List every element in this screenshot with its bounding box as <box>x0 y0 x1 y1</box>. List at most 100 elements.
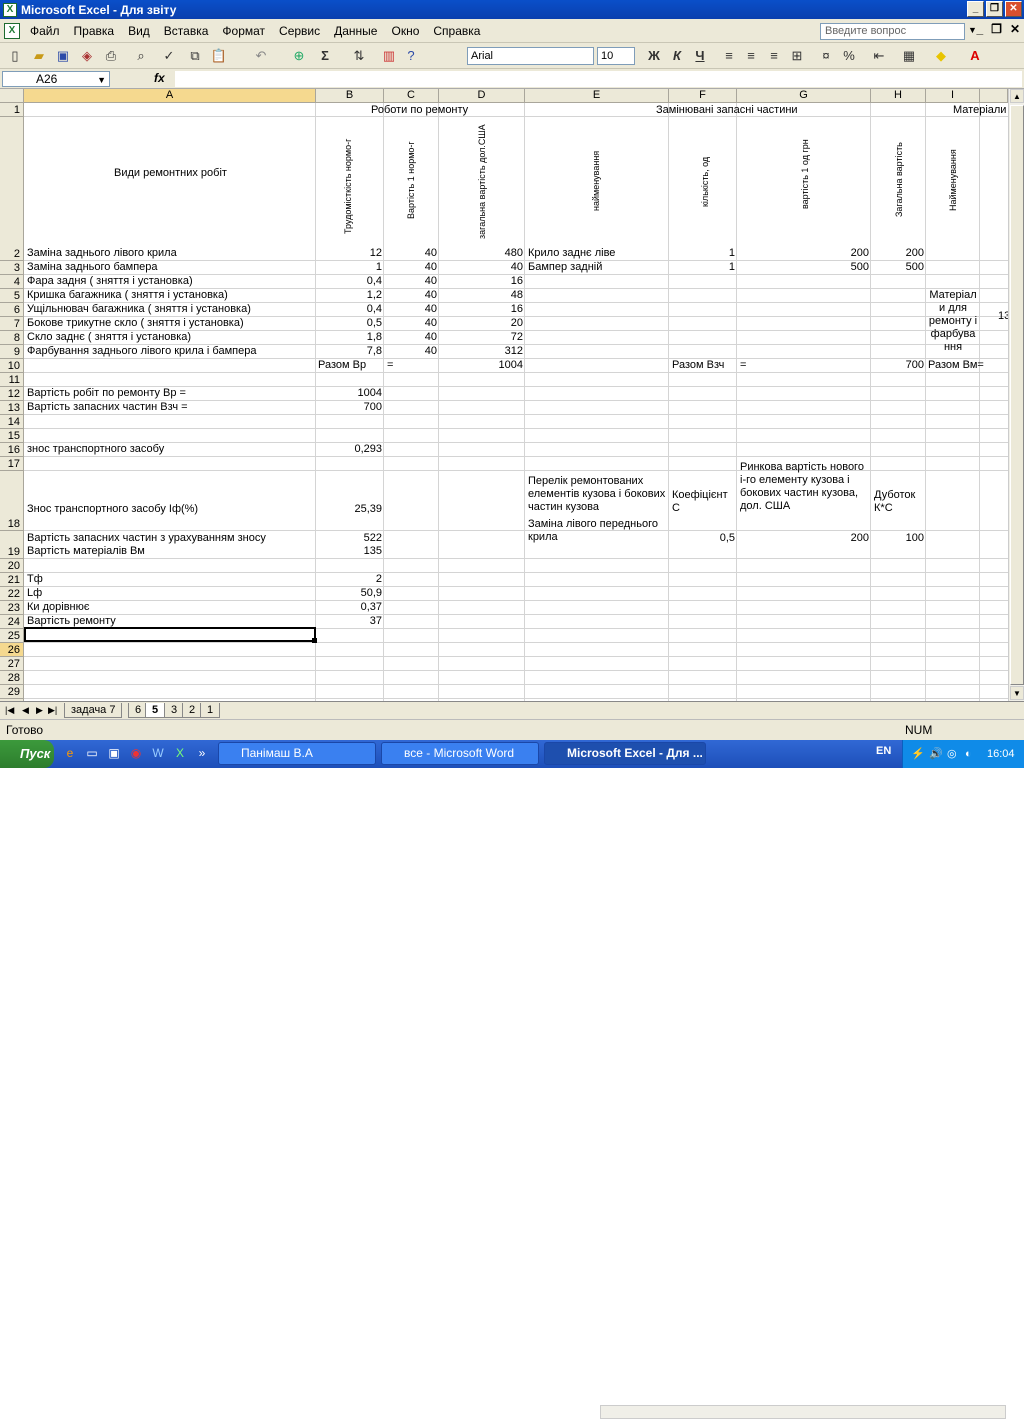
row-header[interactable]: 7 <box>0 317 24 331</box>
prev-sheet-icon[interactable]: ◀ <box>22 705 29 716</box>
new-icon[interactable]: ▯ <box>6 47 24 65</box>
start-button[interactable]: Пуск <box>0 740 54 768</box>
row-header[interactable]: 21 <box>0 573 24 587</box>
menu-help[interactable]: Справка <box>426 24 487 38</box>
doc-minimize-button[interactable]: _ <box>976 22 983 36</box>
copy-icon[interactable]: ⧉ <box>186 47 204 65</box>
column-header-a[interactable]: A <box>24 89 316 103</box>
tray-app-icon[interactable]: ◐ <box>965 740 972 768</box>
column-header-c[interactable]: C <box>384 89 439 103</box>
row-header[interactable]: 13 <box>0 401 24 415</box>
minimize-button[interactable]: _ <box>967 1 984 17</box>
row-header[interactable]: 5 <box>0 289 24 303</box>
scroll-up-icon[interactable]: ▲ <box>1010 89 1024 103</box>
chrome-icon[interactable]: ◉ <box>128 745 144 761</box>
paste-icon[interactable]: 📋 <box>210 47 228 65</box>
merge-center-icon[interactable]: ⊞ <box>788 47 806 65</box>
row-header[interactable]: 3 <box>0 261 24 275</box>
formula-input[interactable] <box>175 71 1022 87</box>
align-left-icon[interactable]: ≡ <box>720 47 738 65</box>
font-size-select[interactable]: 10 <box>597 47 635 65</box>
network-icon[interactable]: ◎ <box>947 740 957 768</box>
bold-button[interactable]: Ж <box>645 47 663 65</box>
row-header[interactable]: 12 <box>0 387 24 401</box>
sort-ascending-icon[interactable]: ⇅ <box>350 47 368 65</box>
row-header[interactable]: 15 <box>0 429 24 443</box>
column-header-i[interactable]: I <box>926 89 980 103</box>
excel-doc-icon[interactable]: X <box>4 22 20 39</box>
ask-question-input[interactable]: Введите вопрос <box>820 23 965 40</box>
font-color-icon[interactable]: A <box>966 47 984 65</box>
menu-tools[interactable]: Сервис <box>272 24 327 38</box>
decrease-indent-icon[interactable]: ⇤ <box>870 47 888 65</box>
borders-icon[interactable]: ▦ <box>900 47 918 65</box>
row-header[interactable]: 11 <box>0 373 24 387</box>
row-header[interactable]: 4 <box>0 275 24 289</box>
row-header[interactable]: 23 <box>0 601 24 615</box>
spelling-icon[interactable]: ✓ <box>160 47 178 65</box>
desktop-icon[interactable]: ▭ <box>84 745 100 761</box>
scroll-down-icon[interactable]: ▼ <box>1010 686 1024 700</box>
percent-button[interactable]: % <box>840 47 858 65</box>
align-center-icon[interactable]: ≡ <box>742 47 760 65</box>
tab-1[interactable]: 1 <box>200 703 221 718</box>
column-header-h[interactable]: H <box>871 89 926 103</box>
excel-quick-icon[interactable]: X <box>172 745 188 761</box>
save-icon[interactable]: ▣ <box>54 47 72 65</box>
underline-button[interactable]: Ч <box>691 47 709 65</box>
row-header[interactable]: 9 <box>0 345 24 359</box>
print-preview-icon[interactable]: ⌕ <box>132 47 150 65</box>
task-folder[interactable]: Панімаш В.А <box>218 742 376 765</box>
row-header[interactable]: 2 <box>0 117 24 261</box>
save-quick-icon[interactable]: ▣ <box>106 745 122 761</box>
worksheet-grid[interactable]: A B C D E F G H I 1 2 3 4 5 6 7 8 9 10 11 12 13 14 15 1… <box>0 89 1008 701</box>
volume-icon[interactable]: 🔊 <box>929 740 943 768</box>
chart-wizard-icon[interactable]: ▥ <box>380 47 398 65</box>
row-header[interactable]: 25 <box>0 629 24 643</box>
tab-task7[interactable]: задача 7 <box>64 703 123 718</box>
ie-icon[interactable]: e <box>62 745 78 761</box>
row-header[interactable]: 27 <box>0 657 24 671</box>
next-sheet-icon[interactable]: ▶ <box>36 705 43 716</box>
row-header[interactable]: 26 <box>0 643 24 657</box>
menu-data[interactable]: Данные <box>327 24 384 38</box>
menu-format[interactable]: Формат <box>215 24 272 38</box>
permission-icon[interactable]: ◈ <box>78 47 96 65</box>
row-header[interactable]: 8 <box>0 331 24 345</box>
column-header-j[interactable] <box>980 89 1008 103</box>
currency-icon[interactable]: ¤ <box>817 47 835 65</box>
menu-insert[interactable]: Вставка <box>157 24 216 38</box>
align-right-icon[interactable]: ≡ <box>765 47 783 65</box>
select-all-corner[interactable] <box>0 89 24 103</box>
row-header[interactable]: 18 <box>0 471 24 531</box>
row-header[interactable]: 29 <box>0 685 24 699</box>
autosum-icon[interactable]: Σ <box>316 47 334 65</box>
name-box[interactable]: A26 ▼ <box>2 71 110 87</box>
fill-color-icon[interactable]: ◆ <box>932 47 950 65</box>
doc-restore-button[interactable]: ❐ <box>991 22 1002 36</box>
help-icon[interactable]: ? <box>402 47 420 65</box>
row-header[interactable]: 14 <box>0 415 24 429</box>
row-header[interactable]: 22 <box>0 587 24 601</box>
menu-file[interactable]: Файл <box>23 24 67 38</box>
open-icon[interactable]: ▰ <box>30 47 48 65</box>
task-excel[interactable]: Microsoft Excel - Для ... <box>544 742 706 765</box>
undo-icon[interactable]: ↶ <box>252 47 270 65</box>
column-header-f[interactable]: F <box>669 89 737 103</box>
insert-function-icon[interactable]: fx <box>154 71 165 85</box>
selected-cell-a26[interactable] <box>24 627 316 642</box>
fill-handle[interactable] <box>312 638 317 643</box>
horizontal-scrollbar[interactable] <box>600 1405 1006 1419</box>
row-header[interactable]: 28 <box>0 671 24 685</box>
row-header[interactable]: 19 <box>0 531 24 559</box>
column-header-g[interactable]: G <box>737 89 871 103</box>
quicklaunch-more-icon[interactable]: » <box>194 745 210 761</box>
row-header[interactable]: 24 <box>0 615 24 629</box>
close-button[interactable]: ✕ <box>1005 1 1022 17</box>
last-sheet-icon[interactable]: ▶| <box>48 705 57 716</box>
name-box-dropdown-icon[interactable]: ▼ <box>97 73 106 87</box>
task-word[interactable]: все - Microsoft Word <box>381 742 539 765</box>
row-header[interactable]: 20 <box>0 559 24 573</box>
row-header[interactable]: 10 <box>0 359 24 373</box>
menu-edit[interactable]: Правка <box>67 24 122 38</box>
